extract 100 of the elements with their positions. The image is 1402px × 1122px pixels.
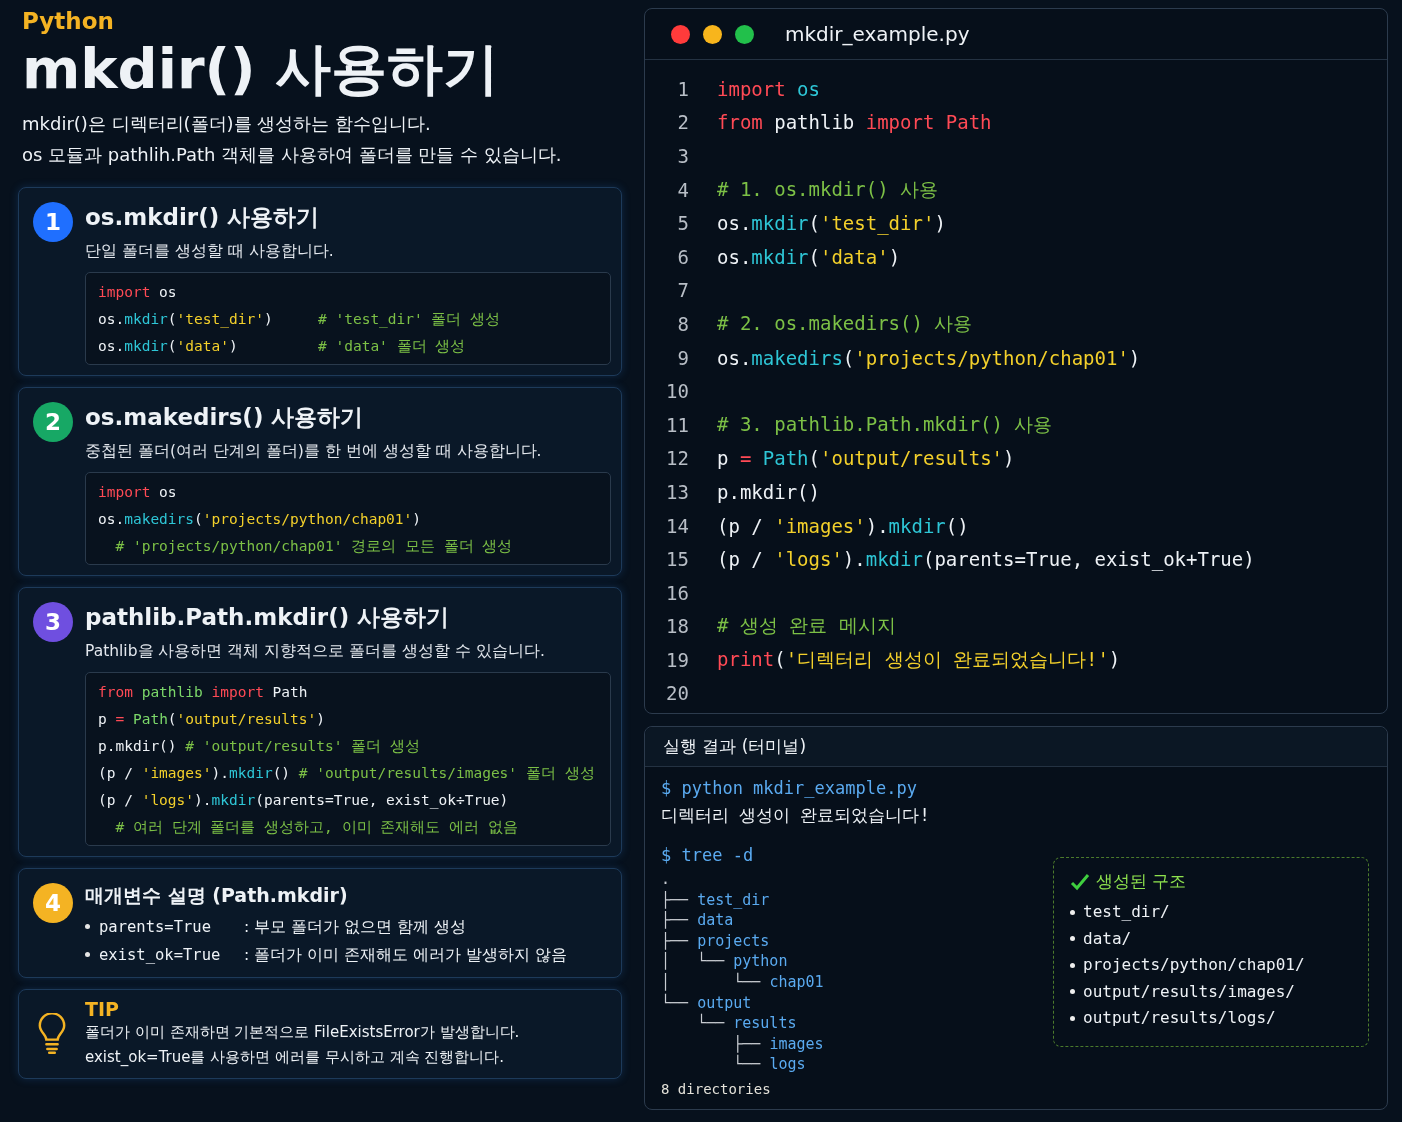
close-button[interactable]	[671, 24, 690, 44]
code-line: os.makedirs('projects/python/chap01')	[717, 346, 1141, 369]
line-number: 6	[676, 245, 689, 268]
tree-branch: .	[661, 870, 671, 888]
directory-name: python	[733, 952, 788, 971]
bullet-icon	[85, 952, 90, 958]
line-number: 19	[665, 648, 689, 671]
line-number: 18	[665, 615, 689, 638]
section-description: Pathlib을 사용하면 객체 지향적으로 폴더를 생성할 수 있습니다.	[85, 640, 546, 662]
summary-item: output/results/images/	[1083, 980, 1295, 1003]
line-number: 11	[665, 413, 689, 436]
tree-branch: └──	[732, 1055, 762, 1074]
category-label: Python	[22, 8, 115, 34]
summary-item: projects/python/chap01/	[1083, 954, 1305, 976]
code-line: os.mkdir('test_dir')	[717, 212, 946, 235]
code-line: (p / 'images').mkdir()	[717, 514, 969, 537]
tree-branch: └──	[696, 1014, 726, 1033]
code-comment: # 'test_dir' 폴더 생성	[318, 309, 501, 330]
code-line: p = Path('output/results')	[717, 447, 1015, 470]
code-line: (p / 'images').mkdir() # 'output/results/images' 폴더 생성	[98, 763, 595, 783]
minimize-button[interactable]	[703, 24, 722, 44]
step-number: 1	[33, 201, 73, 242]
code-line: os.mkdir('test_dir')	[98, 309, 274, 330]
step-number: 2	[33, 401, 73, 442]
code-line: (p / 'logs').mkdir(parents=True, exist_ok÷True)	[98, 790, 509, 811]
directory-name: projects	[697, 931, 770, 950]
section-description: 단일 폴더를 생성할 때 사용합니다.	[85, 240, 335, 262]
bullet-icon	[1070, 1015, 1075, 1021]
code-line: # 1. os.mkdir() 사용	[717, 176, 939, 202]
line-number: 10	[665, 380, 689, 403]
page-title: mkdir() 사용하기	[22, 38, 501, 100]
code-line: from pathlib import Path	[98, 682, 309, 702]
terminal-title: 실행 결과 (터미널)	[645, 727, 1387, 767]
lightbulb-icon	[37, 1012, 67, 1055]
code-comment: # 'data' 폴더 생성	[318, 336, 466, 356]
line-number: 13	[665, 480, 689, 503]
line-number: 20	[665, 682, 689, 705]
line-number: 2	[676, 111, 689, 134]
check-icon	[1070, 871, 1090, 892]
description-text: os 모듈과 pathlih.Path 객체를 사용하여 폴더를 만들 수 있습니다.	[22, 142, 563, 167]
directory-name: output	[697, 993, 752, 1012]
bullet-icon	[1070, 989, 1075, 995]
line-number: 7	[676, 279, 689, 302]
param-description: : 폴더가 이미 존재해도 에러가 발생하지 않음	[244, 944, 567, 966]
maximize-button[interactable]	[735, 24, 754, 44]
section-description: 중첩된 폴더(여러 단계의 폴더)를 한 번에 생성할 때 사용합니다.	[85, 440, 543, 462]
section-title: 매개변수 설명 (Path.mkdir)	[85, 882, 349, 908]
code-line: import os	[717, 77, 820, 100]
bullet-icon	[85, 924, 90, 930]
line-number: 8	[676, 312, 689, 335]
summary-title: 생성된 구조	[1096, 870, 1187, 893]
line-number: 12	[665, 447, 689, 470]
step-number: 3	[33, 601, 73, 642]
tip-text: 폴더가 이미 존재하면 기본적으로 FileExistsError가 발생합니다.	[85, 1021, 521, 1043]
tree-branch: ├──	[661, 911, 690, 930]
directory-name: images	[769, 1034, 824, 1053]
tree-branch: ├──	[661, 931, 690, 950]
bullet-icon	[1070, 936, 1075, 942]
line-number: 4	[676, 178, 689, 201]
line-number: 9	[676, 346, 689, 369]
code-line: import os	[98, 482, 178, 502]
code-line: # 3. pathlib.Path.mkdir() 사용	[717, 411, 1053, 437]
section-title: os.makedirs() 사용하기	[85, 402, 365, 432]
code-line: os.mkdir('data')	[717, 245, 901, 268]
tree-branch: └──	[661, 993, 690, 1012]
step-number: 4	[33, 882, 73, 923]
line-number: 14	[665, 514, 689, 537]
param-name: exist_ok=True	[99, 944, 222, 966]
section-title: os.mkdir() 사용하기	[85, 202, 321, 232]
code-line: from pathlib import Path	[717, 111, 992, 134]
bullet-icon	[1070, 909, 1075, 915]
directory-name: results	[733, 1014, 797, 1033]
code-line: print('디렉터리 생성이 완료되었습니다!')	[717, 646, 1121, 672]
summary-item: test_dir/	[1083, 901, 1170, 923]
code-line: # 2. os.makedirs() 사용	[717, 310, 973, 336]
terminal-command: $ tree -d	[661, 844, 755, 867]
line-number: 3	[676, 145, 689, 167]
line-number: 5	[676, 212, 689, 235]
terminal-command: $ python mkdir_example.py	[661, 777, 918, 800]
code-line: # 여러 단계 폴더를 생성하고, 이미 존재해도 에러 없음	[114, 817, 518, 837]
file-name-tab[interactable]: mkdir_example.py	[785, 22, 970, 46]
tip-text: exist_ok=True를 사용하면 에러를 무시하고 계속 진행합니다.	[85, 1046, 506, 1068]
directory-name: chap01	[769, 972, 824, 991]
param-name: parents=True	[99, 916, 212, 938]
code-line: p.mkdir()	[717, 480, 820, 503]
tree-branch: │ └──	[661, 952, 726, 971]
param-description: : 부모 폴더가 없으면 함께 생성	[244, 916, 466, 938]
directory-name: test_dir	[697, 890, 770, 909]
line-number: 16	[665, 581, 689, 604]
line-number: 1	[676, 77, 689, 100]
bullet-icon	[1070, 962, 1075, 968]
code-line: p = Path('output/results')	[98, 709, 325, 729]
tree-branch: │ └──	[661, 972, 762, 991]
terminal-output: 8 directories	[661, 1080, 772, 1097]
summary-item: data/	[1083, 927, 1132, 950]
description-text: mkdir()은 디렉터리(폴더)를 생성하는 함수입니다.	[22, 111, 432, 136]
directory-name: logs	[769, 1055, 806, 1074]
code-line: os.makedirs('projects/python/chap01')	[98, 509, 422, 529]
code-line: # 'projects/python/chap01' 경로의 모든 폴더 생성	[114, 536, 513, 556]
terminal-output: 디렉터리 생성이 완료되었습니다!	[661, 804, 931, 827]
